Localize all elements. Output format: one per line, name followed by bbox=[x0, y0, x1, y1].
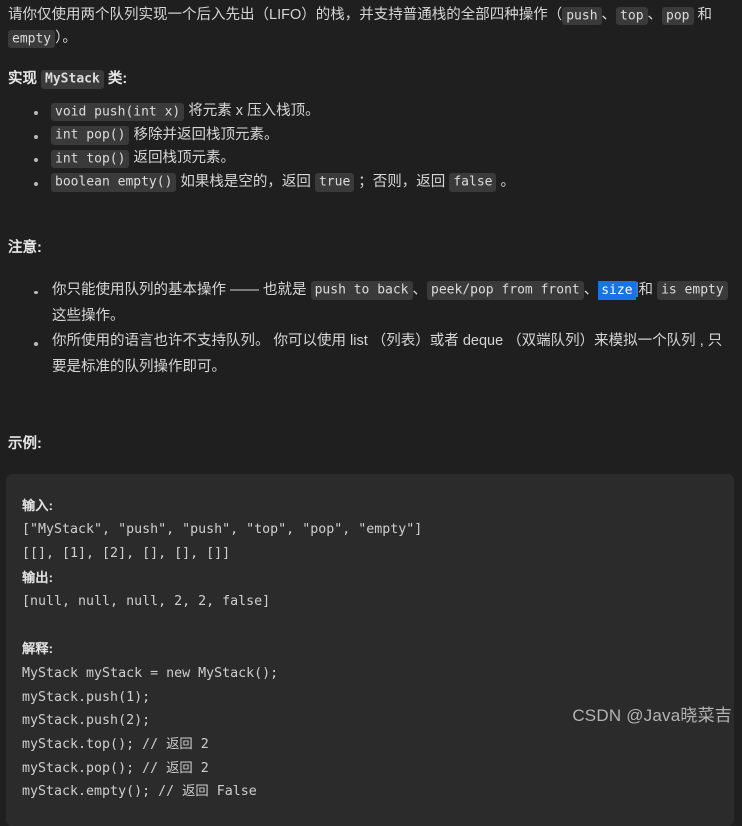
output-line-1: [null, null, null, 2, 2, false] bbox=[22, 594, 271, 610]
example-code-block: 输入: ["MyStack", "push", "push", "top", "… bbox=[6, 473, 734, 826]
method-description: 将元素 x 压入栈顶。 bbox=[184, 103, 320, 120]
list-item: 你只能使用队列的基本操作 —— 也就是 push to back、 peek/po… bbox=[6, 278, 732, 330]
note-separator-3: 和 bbox=[638, 281, 658, 298]
explain-line-6: myStack.empty(); // 返回 False bbox=[22, 784, 257, 800]
list-item: int pop() 移除并返回栈顶元素。 bbox=[6, 124, 732, 147]
implement-suffix: 类: bbox=[103, 70, 128, 87]
method-description: 返回栈顶元素。 bbox=[129, 150, 235, 167]
explain-label: 解释: bbox=[22, 641, 54, 657]
method-description-c: 。 bbox=[496, 173, 516, 190]
input-label: 输入: bbox=[22, 497, 54, 513]
intro-text-part1: 请你仅使用两个队列实现一个后入先出（LIFO）的栈，并支持普通栈的全部四种操作（ bbox=[8, 7, 563, 23]
note-text-a: 你只能使用队列的基本操作 —— 也就是 bbox=[52, 281, 311, 298]
inline-code-top: top bbox=[616, 6, 648, 25]
inline-code-size-selected[interactable]: size bbox=[598, 280, 636, 300]
intro-separator-2: 、 bbox=[647, 7, 663, 23]
output-label: 输出: bbox=[22, 569, 54, 585]
inline-code-push-to-back: push to back bbox=[310, 281, 413, 300]
intro-separator-3: 和 bbox=[693, 7, 713, 23]
list-item: boolean empty() 如果栈是空的，返回 true ；否则，返回 fa… bbox=[6, 171, 732, 194]
inline-code-push: push bbox=[562, 6, 602, 25]
note-text-b: 这些操作。 bbox=[52, 307, 125, 324]
example-heading: 示例: bbox=[8, 436, 42, 453]
notes-list: 你只能使用队列的基本操作 —— 也就是 push to back、 peek/po… bbox=[6, 278, 736, 381]
inline-code-is-empty: is empty bbox=[657, 281, 728, 300]
method-signature: int pop() bbox=[51, 126, 130, 145]
method-signature: boolean empty() bbox=[51, 173, 177, 192]
explain-line-1: MyStack myStack = new MyStack(); bbox=[22, 666, 279, 682]
intro-separator-1: 、 bbox=[601, 7, 617, 23]
method-description-b: ；否则，返回 bbox=[354, 173, 450, 190]
text-cursor bbox=[635, 281, 638, 297]
intro-text-end: ）。 bbox=[55, 30, 77, 47]
method-signature: void push(int x) bbox=[51, 102, 185, 122]
method-description: 移除并返回栈顶元素。 bbox=[129, 126, 279, 143]
list-item: int top() 返回栈顶元素。 bbox=[6, 147, 732, 170]
explain-line-3: myStack.push(2); bbox=[22, 713, 151, 729]
list-item: void push(int x) 将元素 x 压入栈顶。 bbox=[6, 100, 732, 123]
inline-code-false: false bbox=[449, 173, 497, 192]
explain-line-2: myStack.push(1); bbox=[22, 689, 151, 705]
csdn-watermark: CSDN @Java晓菜吉 bbox=[572, 706, 732, 726]
input-line-2: [[], [1], [2], [], [], []] bbox=[22, 545, 231, 561]
note-separator-1: 、 bbox=[412, 281, 428, 298]
explain-line-5: myStack.pop(); // 返回 2 bbox=[22, 760, 209, 776]
method-signature: int top() bbox=[51, 149, 130, 169]
note-separator-2: 、 bbox=[583, 281, 599, 298]
notes-heading: 注意: bbox=[8, 240, 42, 257]
list-item: 你所使用的语言也许不支持队列。 你可以使用 list （列表）或者 deque … bbox=[6, 329, 732, 381]
intro-paragraph: 请你仅使用两个队列实现一个后入先出（LIFO）的栈，并支持普通栈的全部四种操作（… bbox=[6, 4, 736, 51]
inline-code-pop: pop bbox=[662, 6, 694, 25]
inline-code-mystack: MyStack bbox=[41, 70, 104, 89]
implement-prefix: 实现 bbox=[8, 70, 42, 87]
method-list: void push(int x) 将元素 x 压入栈顶。 int pop() 移… bbox=[6, 100, 736, 194]
method-description-a: 如果栈是空的，返回 bbox=[176, 173, 315, 190]
inline-code-empty: empty bbox=[8, 29, 56, 49]
explain-line-4: myStack.top(); // 返回 2 bbox=[22, 737, 209, 753]
implement-heading: 实现 MyStack 类: bbox=[6, 68, 736, 91]
note-text: 你所使用的语言也许不支持队列。 你可以使用 list （列表）或者 deque … bbox=[52, 333, 723, 376]
inline-code-peek-pop-from-front: peek/pop from front bbox=[427, 281, 584, 300]
inline-code-true: true bbox=[314, 173, 355, 192]
input-line-1: ["MyStack", "push", "push", "top", "pop"… bbox=[22, 522, 423, 538]
